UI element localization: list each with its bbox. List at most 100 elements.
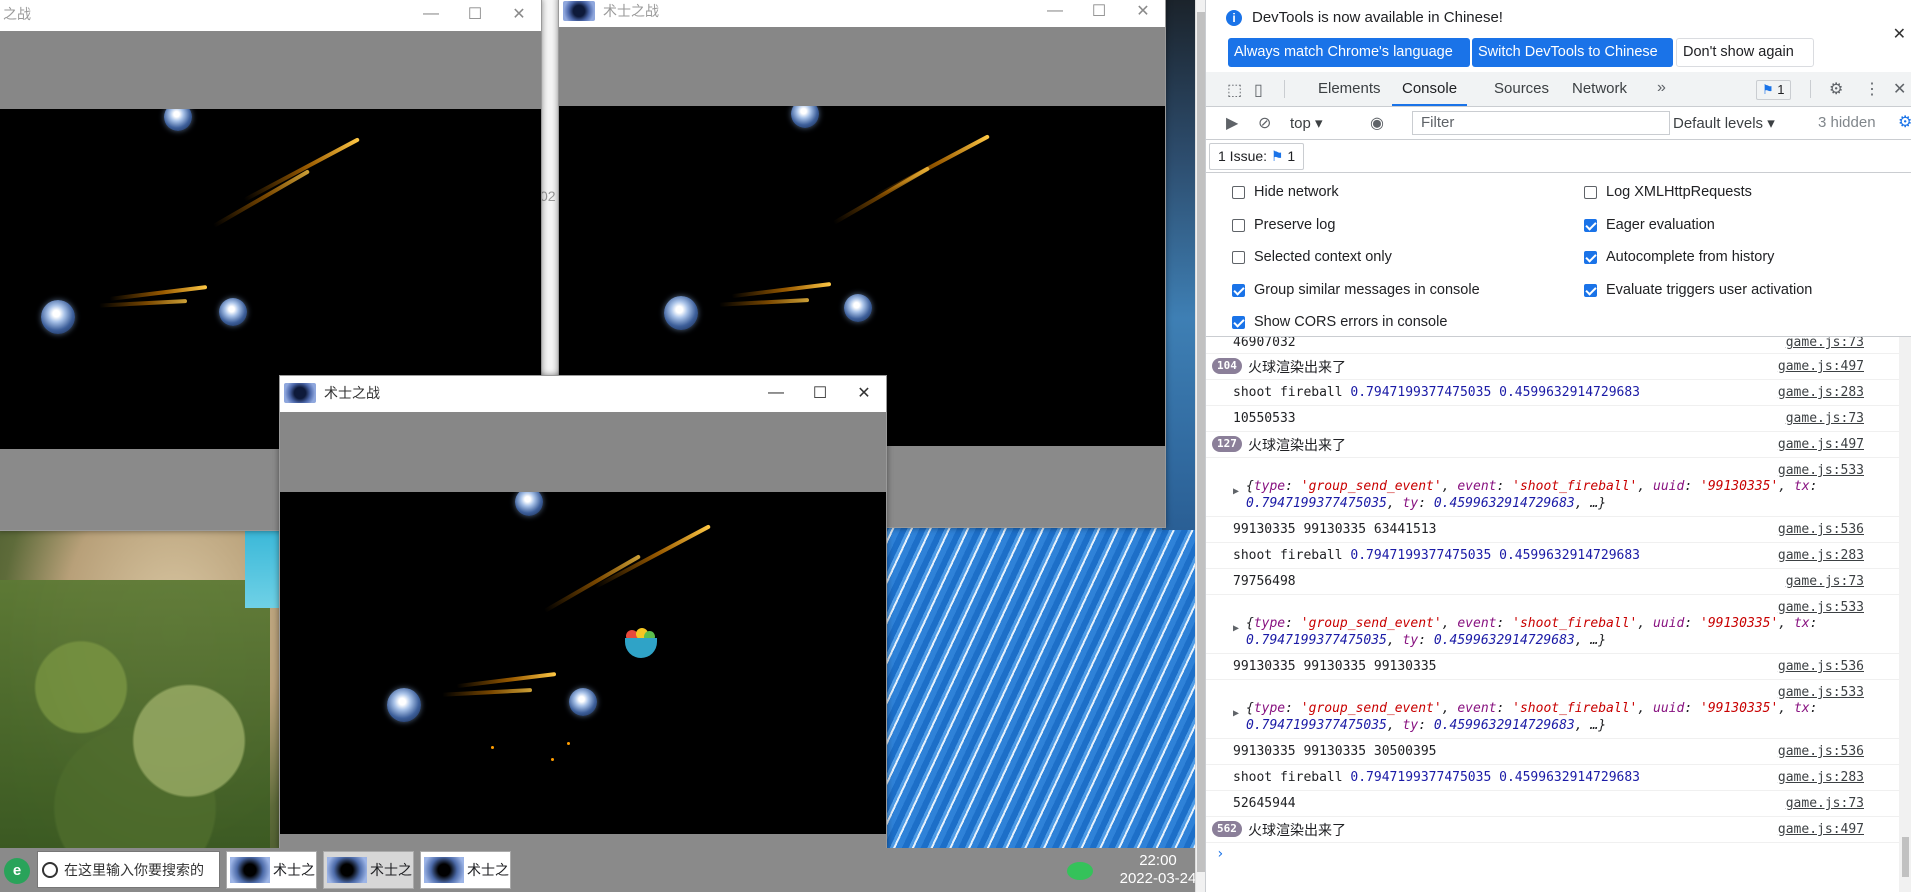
checkbox-box[interactable] (1584, 283, 1597, 297)
start-icon[interactable]: e (4, 858, 30, 884)
sidebar-toggle-icon[interactable]: ▶︎ (1226, 113, 1238, 133)
checkbox-box[interactable] (1232, 218, 1245, 232)
checkbox-box[interactable] (1584, 185, 1597, 199)
close-button[interactable]: ✕ (1121, 1, 1165, 21)
expand-triangle-icon[interactable]: ▶ (1233, 486, 1239, 497)
fireball-trail (456, 672, 557, 689)
log-levels-dropdown[interactable]: Default levels ▾ (1673, 114, 1775, 132)
source-link[interactable]: game.js:73 (1786, 796, 1864, 811)
clear-console-icon[interactable]: ⊘ (1258, 113, 1271, 133)
game-window-front[interactable]: 术士之战 — ☐ ✕ (279, 375, 887, 850)
source-link[interactable]: game.js:497 (1778, 359, 1864, 374)
issues-link[interactable]: 1 Issue: ⚑ 1 (1209, 143, 1305, 170)
more-options-icon[interactable]: ⋮ (1864, 79, 1880, 99)
preserve-log-checkbox[interactable]: Preserve log (1232, 217, 1335, 233)
taskbar-app-button[interactable]: 术士之战 (226, 851, 317, 889)
switch-language-button[interactable]: Switch DevTools to Chinese (1472, 38, 1673, 67)
more-tabs-icon[interactable]: » (1657, 79, 1666, 97)
scrollbar-thumb[interactable] (1197, 12, 1205, 872)
window-titlebar[interactable]: 之战 — ☐ ✕ (0, 0, 541, 27)
window-titlebar[interactable]: 术士之战 — ☐ ✕ (559, 0, 1165, 24)
source-link[interactable]: game.js:73 (1786, 337, 1864, 350)
scrollbar-thumb[interactable] (1902, 837, 1909, 877)
object-preview[interactable]: 0.7947199377475035, ty: 0.45996329147296… (1246, 496, 1606, 511)
expand-triangle-icon[interactable]: ▶ (1233, 708, 1239, 719)
player-ball (844, 294, 872, 322)
checkbox-box[interactable] (1584, 250, 1597, 264)
taskbar-search[interactable]: 在这里输入你要搜索的 (37, 851, 220, 888)
checkbox-box[interactable] (1232, 250, 1245, 264)
minimize-button[interactable]: — (754, 384, 798, 402)
autocomplete-checkbox[interactable]: Autocomplete from history (1584, 249, 1774, 265)
taskbar-app-button[interactable]: 术士之战 (323, 851, 414, 889)
source-link[interactable]: game.js:73 (1786, 411, 1864, 426)
checkbox-box[interactable] (1584, 218, 1597, 232)
close-icon[interactable]: ✕ (1893, 24, 1906, 44)
filter-input[interactable]: Filter (1412, 111, 1670, 135)
checkbox-label: Hide network (1254, 184, 1339, 200)
console-message: shoot fireball 0.7947199377475035 0.4599… (1206, 380, 1899, 406)
source-link[interactable]: game.js:533 (1778, 463, 1864, 478)
selected-context-checkbox[interactable]: Selected context only (1232, 249, 1392, 265)
console-scrollbar[interactable] (1899, 337, 1911, 892)
console-log[interactable]: 46907032 game.js:73 104 火球渲染出来了 game.js:… (1206, 337, 1899, 892)
match-language-button[interactable]: Always match Chrome's language (1228, 38, 1470, 67)
show-cors-checkbox[interactable]: Show CORS errors in console (1232, 314, 1447, 330)
object-preview[interactable]: 0.7947199377475035, ty: 0.45996329147296… (1246, 718, 1606, 733)
source-link[interactable]: game.js:283 (1778, 385, 1864, 400)
hide-network-checkbox[interactable]: Hide network (1232, 184, 1339, 200)
object-preview[interactable]: 0.7947199377475035, ty: 0.45996329147296… (1246, 633, 1606, 648)
minimize-button[interactable]: — (409, 5, 453, 23)
group-similar-checkbox[interactable]: Group similar messages in console (1232, 282, 1480, 298)
tab-elements[interactable]: Elements (1318, 72, 1381, 106)
eager-eval-checkbox[interactable]: Eager evaluation (1584, 217, 1715, 233)
tab-sources[interactable]: Sources (1494, 72, 1549, 106)
message-text: 火球渲染出来了 (1248, 823, 1346, 839)
game-header (559, 27, 1165, 106)
taskbar-clock[interactable]: 22:00 2022-03-24 (1114, 852, 1202, 888)
close-devtools-icon[interactable]: ✕ (1893, 79, 1906, 99)
tab-network[interactable]: Network (1572, 72, 1627, 106)
inspect-icon[interactable]: ⬚ (1227, 80, 1242, 100)
minimize-button[interactable]: — (1033, 2, 1077, 20)
source-link[interactable]: game.js:497 (1778, 437, 1864, 452)
maximize-button[interactable]: ☐ (453, 4, 497, 24)
source-link[interactable]: game.js:536 (1778, 744, 1864, 759)
object-preview[interactable]: {type: 'group_send_event', event: 'shoot… (1246, 479, 1817, 494)
game-canvas[interactable] (280, 492, 886, 834)
window-titlebar[interactable]: 术士之战 — ☐ ✕ (280, 376, 886, 410)
maximize-button[interactable]: ☐ (798, 383, 842, 403)
checkbox-box[interactable] (1232, 185, 1245, 199)
source-link[interactable]: game.js:283 (1778, 548, 1864, 563)
dont-show-again-button[interactable]: Don't show again (1676, 38, 1814, 67)
expand-triangle-icon[interactable]: ▶ (1233, 623, 1239, 634)
console-prompt[interactable]: › (1216, 846, 1224, 862)
source-link[interactable]: game.js:283 (1778, 770, 1864, 785)
context-selector[interactable]: top ▾ (1290, 114, 1323, 132)
device-toggle-icon[interactable]: ▯ (1254, 80, 1263, 100)
maximize-button[interactable]: ☐ (1077, 1, 1121, 21)
object-preview[interactable]: {type: 'group_send_event', event: 'shoot… (1246, 701, 1817, 716)
fireball-trail (543, 554, 641, 613)
evaluate-triggers-checkbox[interactable]: Evaluate triggers user activation (1584, 282, 1812, 298)
log-xhr-checkbox[interactable]: Log XMLHttpRequests (1584, 184, 1752, 200)
console-settings-icon[interactable]: ⚙ (1898, 112, 1911, 132)
issues-counter[interactable]: ⚑ 1 (1756, 80, 1791, 100)
source-link[interactable]: game.js:536 (1778, 659, 1864, 674)
tab-console[interactable]: Console (1392, 72, 1468, 106)
source-link[interactable]: game.js:536 (1778, 522, 1864, 537)
message-text: 79756498 (1233, 574, 1296, 589)
checkbox-box[interactable] (1232, 283, 1245, 297)
taskbar-app-button[interactable]: 术士之战 (420, 851, 511, 889)
chat-icon[interactable] (1067, 862, 1093, 880)
live-expression-eye-icon[interactable]: ◉ (1370, 113, 1384, 133)
source-link[interactable]: game.js:73 (1786, 574, 1864, 589)
close-button[interactable]: ✕ (842, 383, 886, 403)
source-link[interactable]: game.js:533 (1778, 600, 1864, 615)
checkbox-box[interactable] (1232, 315, 1245, 329)
close-button[interactable]: ✕ (497, 4, 541, 24)
source-link[interactable]: game.js:497 (1778, 822, 1864, 837)
settings-gear-icon[interactable]: ⚙ (1829, 79, 1843, 99)
object-preview[interactable]: {type: 'group_send_event', event: 'shoot… (1246, 616, 1817, 631)
source-link[interactable]: game.js:533 (1778, 685, 1864, 700)
